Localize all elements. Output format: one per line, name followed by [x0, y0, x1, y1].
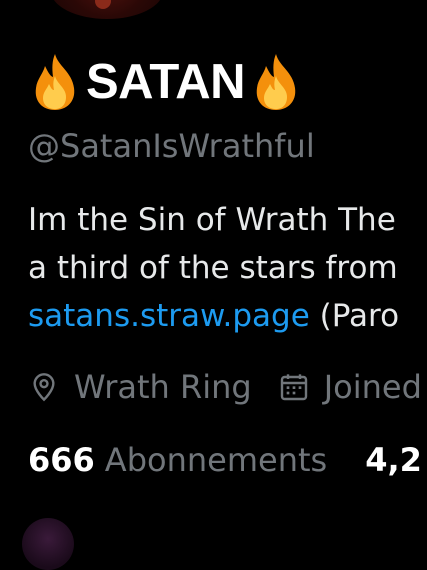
display-name-row: SATAN: [28, 50, 303, 114]
profile-avatar[interactable]: [48, 0, 166, 22]
post-avatar[interactable]: [22, 518, 74, 570]
bio-line-1: Im the Sin of Wrath The: [28, 202, 396, 238]
location-text: Wrath Ring: [74, 368, 252, 406]
following-label: Abonnements: [104, 441, 328, 479]
bio-after-link: (Paro: [309, 298, 400, 334]
joined-item: Joined: [278, 368, 422, 406]
fire-emoji-left: [35, 54, 75, 110]
profile-meta: Wrath Ring Joined: [28, 364, 427, 410]
bio-link[interactable]: satans.straw.page: [28, 298, 310, 334]
followers-count: 4,2: [365, 441, 422, 479]
joined-text: Joined: [323, 368, 422, 406]
followers-link[interactable]: 4,2: [365, 441, 427, 479]
fire-emoji-right: [256, 54, 296, 110]
bio-line-3: satans.straw.page (Paro: [28, 292, 427, 340]
location-item: Wrath Ring: [28, 368, 252, 406]
profile-stats: 666 Abonnements 4,2: [28, 436, 427, 484]
bio-line-2: a third of the stars from: [28, 250, 398, 286]
display-name: SATAN: [86, 55, 246, 109]
profile-bio: Im the Sin of Wrath The a third of the s…: [28, 196, 427, 340]
following-count: 666: [28, 441, 95, 479]
avatar-glow: [95, 0, 111, 9]
calendar-icon: [280, 374, 307, 401]
profile-handle: @SatanIsWrathful: [28, 127, 315, 165]
following-link[interactable]: 666 Abonnements: [28, 441, 327, 479]
location-pin-icon: [33, 373, 55, 402]
